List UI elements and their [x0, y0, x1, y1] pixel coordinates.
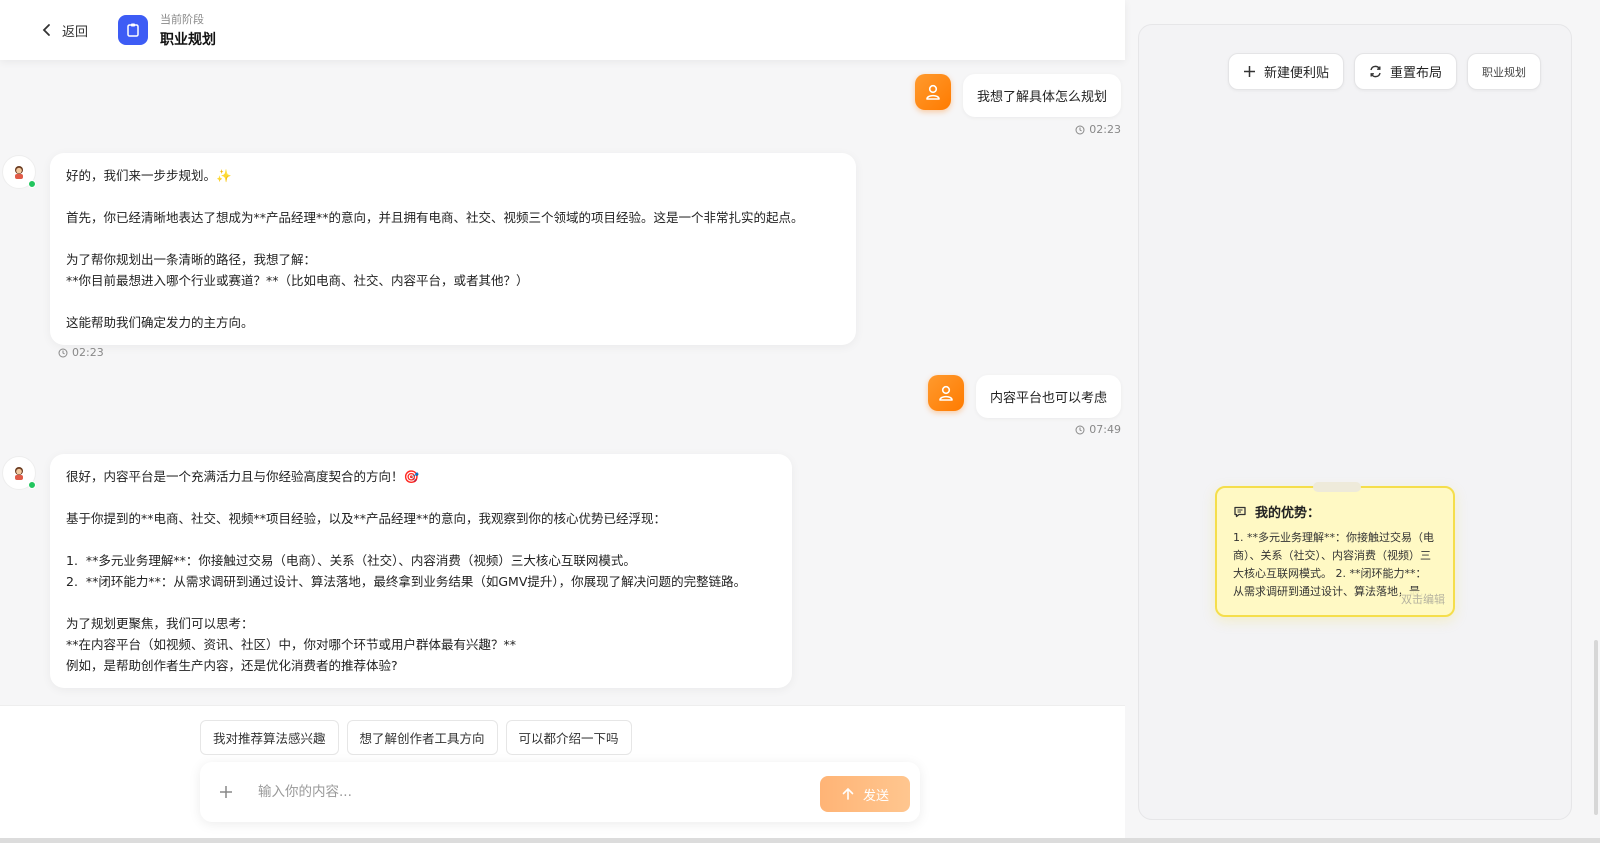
chat-area: 我想了解具体怎么规划 02:23 好的，我们来一步步规划。✨ 首先，你已经清晰地…: [0, 60, 1125, 705]
user-bubble: 内容平台也可以考虑: [975, 375, 1121, 418]
top-bar: 返回 当前阶段 职业规划: [0, 0, 1125, 60]
ai-paragraph: 为了帮你规划出一条清晰的路径，我想了解：: [66, 252, 317, 267]
stage-title: 职业规划: [160, 32, 217, 48]
clock-icon: [1075, 425, 1085, 434]
chevron-left-icon: [42, 24, 50, 36]
user-message: 我想了解具体怎么规划: [914, 74, 1121, 117]
refresh-icon: [1370, 65, 1381, 78]
online-status-dot: [28, 180, 36, 188]
send-label: 发送: [862, 787, 889, 803]
clock-icon: [1075, 125, 1085, 134]
ai-paragraph: 例如，是帮助创作者生产内容，还是优化消费者的推荐体验?: [66, 658, 398, 673]
ai-paragraph: 基于你提到的**电商、社交、视频**项目经验，以及**产品经理**的意向，我观察…: [66, 511, 667, 526]
online-status-dot: [28, 481, 36, 489]
ai-paragraph: 首先，你已经清晰地表达了想成为**产品经理**的意向，并且拥有电商、社交、视频三…: [66, 210, 804, 225]
assistant-avatar-icon: [15, 467, 23, 480]
drag-handle[interactable]: [1313, 482, 1361, 492]
stage-tag-button[interactable]: 职业规划: [1467, 53, 1541, 90]
input-zone: 我对推荐算法感兴趣 想了解创作者工具方向 可以都介绍一下吗 发送: [0, 705, 1125, 843]
suggestion-list: 我对推荐算法感兴趣 想了解创作者工具方向 可以都介绍一下吗: [200, 720, 632, 755]
assistant-avatar-icon: [15, 166, 23, 179]
clock-icon: [58, 348, 68, 357]
ai-bubble: 好的，我们来一步步规划。✨ 首先，你已经清晰地表达了想成为**产品经理**的意向…: [50, 153, 856, 345]
send-button[interactable]: 发送: [820, 776, 910, 812]
back-label: 返回: [62, 24, 89, 40]
message-input[interactable]: [258, 784, 778, 800]
ai-paragraph: 1. **多元业务理解**：你接触过交易（电商）、关系（社交）、内容消费（视频）…: [66, 553, 636, 568]
sticky-header: 我的优势：: [1233, 502, 1437, 521]
ai-paragraph: 2. **闭环能力**：从需求调研到通过设计、算法落地，最终拿到业务结果（如GM…: [66, 574, 747, 589]
edit-hint: 双击编辑: [1401, 591, 1445, 607]
scrollbar[interactable]: [1594, 640, 1598, 815]
arrow-up-icon: [842, 787, 854, 800]
ai-paragraph: 为了规划更聚焦，我们可以思考：: [66, 616, 254, 631]
ai-bubble: 很好，内容平台是一个充满活力且与你经验高度契合的方向！🎯 基于你提到的**电商、…: [50, 454, 792, 688]
user-message: 内容平台也可以考虑: [927, 375, 1121, 418]
notes-panel: 新建便利贴 重置布局 职业规划 我的优势： 1. **多元业务理解**：你接触过…: [1138, 24, 1572, 820]
suggestion-chip[interactable]: 想了解创作者工具方向: [346, 720, 498, 755]
message-time: 02:23: [58, 346, 104, 359]
stage-label: 当前阶段: [160, 13, 205, 26]
user-bubble: 我想了解具体怎么规划: [962, 74, 1121, 117]
horizontal-scrollbar[interactable]: [0, 838, 1600, 843]
stage-info: 当前阶段 职业规划: [160, 11, 216, 49]
user-avatar: [927, 375, 964, 411]
message-composer: 发送: [200, 762, 920, 822]
ai-paragraph: **在内容平台（如视频、资讯、社区）中，你对哪个环节或用户群体最有兴趣？**: [66, 637, 517, 652]
user-icon: [926, 84, 940, 100]
ai-avatar: [2, 155, 36, 189]
user-avatar: [914, 74, 951, 110]
clipboard-icon: [118, 15, 149, 45]
comment-icon: [1234, 506, 1246, 517]
user-icon: [939, 385, 953, 401]
ai-avatar: [2, 456, 36, 490]
message-time: 02:23: [1075, 123, 1121, 136]
suggestion-chip[interactable]: 可以都介绍一下吗: [505, 720, 632, 755]
ai-paragraph: **你目前最想进入哪个行业或赛道？**（比如电商、社交、内容平台，或者其他？）: [66, 273, 529, 288]
suggestion-chip[interactable]: 我对推荐算法感兴趣: [200, 720, 339, 755]
back-button[interactable]: 返回: [40, 21, 88, 40]
ai-paragraph: 很好，内容平台是一个充满活力且与你经验高度契合的方向！🎯: [66, 469, 420, 484]
new-note-button[interactable]: 新建便利贴: [1227, 53, 1344, 90]
message-time: 07:49: [1075, 423, 1121, 436]
ai-paragraph: 这能帮助我们确定发力的主方向。: [66, 315, 254, 330]
plus-icon: [1243, 66, 1255, 77]
sticky-note[interactable]: 我的优势： 1. **多元业务理解**：你接触过交易（电商）、关系（社交）、内容…: [1215, 482, 1455, 617]
panel-toolbar: 新建便利贴 重置布局 职业规划: [1227, 53, 1541, 90]
sticky-title: 我的优势：: [1255, 506, 1321, 521]
ai-paragraph: 好的，我们来一步步规划。✨: [66, 168, 232, 183]
reset-layout-button[interactable]: 重置布局: [1353, 53, 1457, 90]
plus-icon[interactable]: [218, 784, 234, 800]
